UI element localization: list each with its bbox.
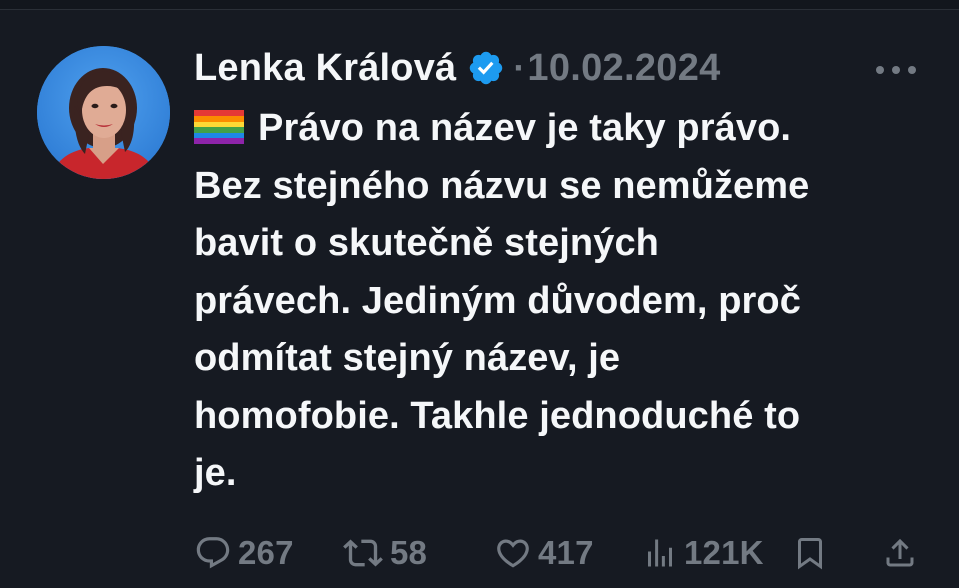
reply-icon [196,537,230,569]
tweet-text-line: odmítat stejný název, je [194,337,621,379]
tweet-text-line: právech. Jediným důvodem, proč [194,279,801,322]
more-options-icon [876,66,916,74]
bookmark-icon [798,538,822,570]
rainbow-flag-icon [194,104,244,144]
repost-icon [343,539,383,567]
tweet-text-line: Bez stejného názvu se nemůžeme [194,164,810,207]
verified-badge-icon [467,49,505,87]
post-header: Lenka Králová · 10.02.2024 [194,42,721,94]
tweet-text-line: je. [194,452,237,494]
more-options-button[interactable] [868,58,924,82]
tweet-text-line: bavit o skutečně stejných [194,222,659,264]
bookmark-button[interactable] [792,530,828,576]
tweet-text: Právo na název je taky právo. Bez stejné… [194,100,934,503]
views-count: 121K [684,534,764,571]
reply-count: 267 [238,534,294,571]
repost-button[interactable]: 58 [342,530,427,576]
share-icon [886,538,914,567]
post-timestamp[interactable]: 10.02.2024 [527,47,720,90]
top-divider [0,0,959,10]
reply-button[interactable]: 267 [194,530,294,576]
avatar[interactable] [37,46,170,179]
tweet-text-line: Právo na název je taky právo. [194,100,934,158]
repost-count: 58 [390,534,428,571]
tweet-text-line: homofobie. Takhle jednoduché to [194,394,801,437]
action-bar: 267 58 417 121K [194,530,924,576]
heart-icon [497,539,529,568]
like-button[interactable]: 417 [494,530,594,576]
like-count: 417 [538,534,594,571]
views-chart-icon [648,539,672,567]
separator-dot: · [513,47,526,88]
author-name[interactable]: Lenka Králová [194,47,456,90]
tweet: Lenka Králová · 10.02.2024 Právo na náze [0,10,959,588]
share-button[interactable] [882,530,918,576]
views-button[interactable]: 121K [642,530,764,576]
